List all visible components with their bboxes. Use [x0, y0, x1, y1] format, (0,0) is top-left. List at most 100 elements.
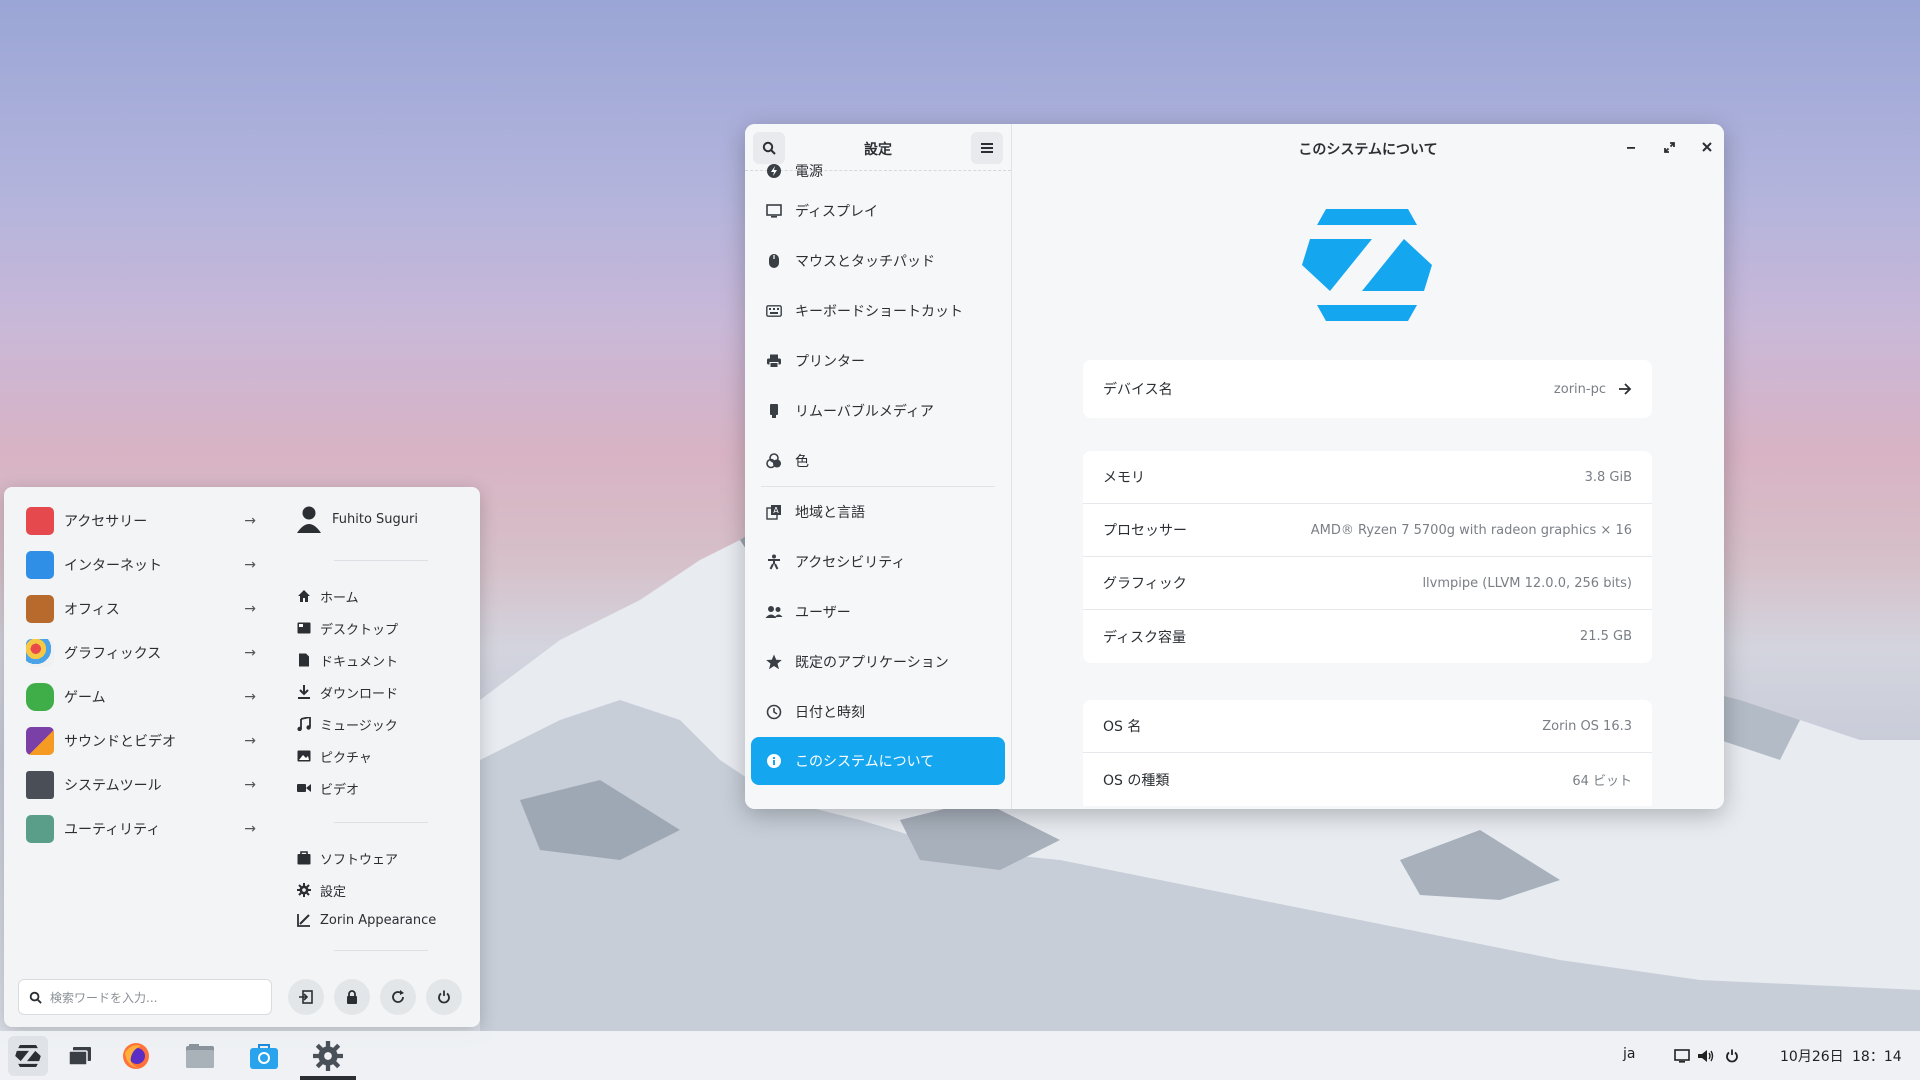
volume-icon — [1698, 1050, 1714, 1062]
close-button[interactable] — [1694, 134, 1720, 160]
power-off-button[interactable] — [426, 979, 462, 1015]
category-internet[interactable]: インターネット → — [26, 543, 256, 587]
files-button[interactable] — [184, 1040, 216, 1072]
avatar-icon — [297, 506, 321, 533]
sidebar-item-display[interactable]: ディスプレイ — [745, 186, 1011, 236]
device-name-value: zorin-pc — [1553, 381, 1606, 397]
lock-icon — [347, 990, 357, 1004]
lock-button[interactable] — [334, 979, 370, 1015]
place-home[interactable]: ホーム — [296, 583, 359, 609]
menu-divider — [334, 950, 428, 951]
place-documents[interactable]: ドキュメント — [296, 647, 398, 673]
sidebar-item-date-time[interactable]: 日付と時刻 — [745, 687, 1011, 737]
sidebar-item-color[interactable]: 色 — [745, 436, 1011, 486]
category-graphics[interactable]: グラフィックス → — [26, 631, 256, 675]
search-box[interactable]: 検索ワードを入力... — [18, 979, 272, 1015]
sidebar-item-removable-media[interactable]: リムーバブルメディア — [745, 386, 1011, 436]
sidebar-item-about[interactable]: このシステムについて — [751, 737, 1005, 785]
arrow-right-icon: → — [244, 733, 256, 749]
sidebar-item-mouse[interactable]: マウスとタッチパッド — [745, 236, 1011, 286]
printer-icon — [765, 352, 783, 370]
category-accessories[interactable]: アクセサリー → — [26, 499, 256, 543]
keyboard-icon — [765, 302, 783, 320]
place-downloads[interactable]: ダウンロード — [296, 679, 398, 705]
sidebar-item-region-language[interactable]: A 地域と言語 — [745, 487, 1011, 537]
settings-window: 設定 電源 ディスプレイ マウスとタッチパッド キーボードショートカット プリン… — [745, 124, 1724, 809]
user-account[interactable]: Fuhito Suguri — [296, 505, 418, 533]
arrow-right-icon: → — [244, 513, 256, 529]
document-icon — [296, 652, 312, 668]
music-video-icon — [26, 727, 54, 755]
active-indicator — [300, 1076, 356, 1080]
home-icon — [296, 588, 312, 604]
input-language[interactable]: ja — [1623, 1046, 1635, 1062]
power-menu-button[interactable] — [1716, 1040, 1748, 1072]
briefcase-icon — [26, 595, 54, 623]
graphics-label: グラフィック — [1103, 576, 1187, 592]
app-zorin-appearance[interactable]: Zorin Appearance — [296, 907, 436, 933]
place-videos[interactable]: ビデオ — [296, 775, 359, 801]
graphics-row: グラフィック llvmpipe (LLVM 12.0.0, 256 bits) — [1083, 557, 1652, 610]
sidebar-item-users[interactable]: ユーザー — [745, 587, 1011, 637]
arrow-right-icon — [1619, 383, 1632, 395]
about-panel: このシステムについて デバイス名 zorin-pc メモリ 3.8 GiB プロ… — [1012, 124, 1724, 809]
memory-label: メモリ — [1103, 470, 1145, 486]
category-utilities[interactable]: ユーティリティ → — [26, 807, 256, 851]
show-desktop-button[interactable] — [64, 1040, 96, 1072]
place-music[interactable]: ミュージック — [296, 711, 398, 737]
sidebar-item-default-apps[interactable]: 既定のアプリケーション — [745, 637, 1011, 687]
sidebar-item-power[interactable]: 電源 — [745, 156, 1011, 186]
start-menu: アクセサリー → インターネット → オフィス → グラフィックス → ゲーム … — [4, 487, 480, 1027]
gear-icon — [313, 1041, 343, 1071]
firefox-icon — [123, 1043, 149, 1069]
app-software[interactable]: ソフトウェア — [296, 845, 398, 871]
logout-icon — [299, 990, 313, 1004]
arrow-right-icon: → — [244, 645, 256, 661]
app-settings[interactable]: 設定 — [296, 877, 346, 903]
sidebar-list: 電源 ディスプレイ マウスとタッチパッド キーボードショートカット プリンター … — [745, 156, 1011, 785]
removable-media-icon — [765, 402, 783, 420]
firefox-button[interactable] — [120, 1040, 152, 1072]
processor-value: AMD® Ryzen 7 5700g with radeon graphics … — [1310, 522, 1632, 538]
picture-icon — [296, 748, 312, 764]
os-name-row: OS 名 Zorin OS 16.3 — [1083, 700, 1652, 753]
sidebar-item-keyboard[interactable]: キーボードショートカット — [745, 286, 1011, 336]
palette-icon — [26, 639, 54, 667]
place-pictures[interactable]: ピクチャ — [296, 743, 372, 769]
category-sound-video[interactable]: サウンドとビデオ → — [26, 719, 256, 763]
restart-button[interactable] — [380, 979, 416, 1015]
clock-time[interactable]: 18：14 — [1852, 1046, 1902, 1066]
menu-divider — [334, 560, 428, 561]
content-header: このシステムについて — [1012, 124, 1724, 170]
restart-icon — [392, 990, 404, 1003]
logout-button[interactable] — [288, 979, 324, 1015]
category-office[interactable]: オフィス → — [26, 587, 256, 631]
sidebar-item-printer[interactable]: プリンター — [745, 336, 1011, 386]
search-input[interactable]: 検索ワードを入力... — [50, 989, 157, 1006]
device-name-row[interactable]: デバイス名 zorin-pc — [1083, 360, 1652, 418]
maximize-button[interactable] — [1656, 134, 1682, 160]
sidebar-item-accessibility[interactable]: アクセシビリティ — [745, 537, 1011, 587]
power-icon — [438, 990, 450, 1004]
search-icon — [29, 991, 42, 1004]
zorin-menu-button[interactable] — [8, 1036, 48, 1076]
os-type-row: OS の種類 64 ビット — [1083, 753, 1652, 806]
category-system-tools[interactable]: システムツール → — [26, 763, 256, 807]
disk-value: 21.5 GB — [1579, 629, 1632, 644]
device-name-label: デバイス名 — [1103, 382, 1173, 398]
clock-date[interactable]: 10月26日 — [1780, 1046, 1844, 1066]
os-type-label: OS の種類 — [1103, 772, 1170, 789]
folder-icon — [186, 1044, 214, 1068]
monitor-icon — [26, 771, 54, 799]
appearance-icon — [296, 912, 312, 928]
cloud-icon — [26, 551, 54, 579]
category-games[interactable]: ゲーム → — [26, 675, 256, 719]
software-store-button[interactable] — [248, 1040, 280, 1072]
taskbar: ja 10月26日 18：14 — [0, 1031, 1920, 1080]
display-icon — [765, 202, 783, 220]
settings-taskbar-button[interactable] — [312, 1040, 344, 1072]
place-desktop[interactable]: デスクトップ — [296, 615, 398, 641]
device-name-card: デバイス名 zorin-pc — [1083, 360, 1652, 418]
minimize-button[interactable] — [1618, 134, 1644, 160]
windows-icon — [69, 1047, 91, 1065]
